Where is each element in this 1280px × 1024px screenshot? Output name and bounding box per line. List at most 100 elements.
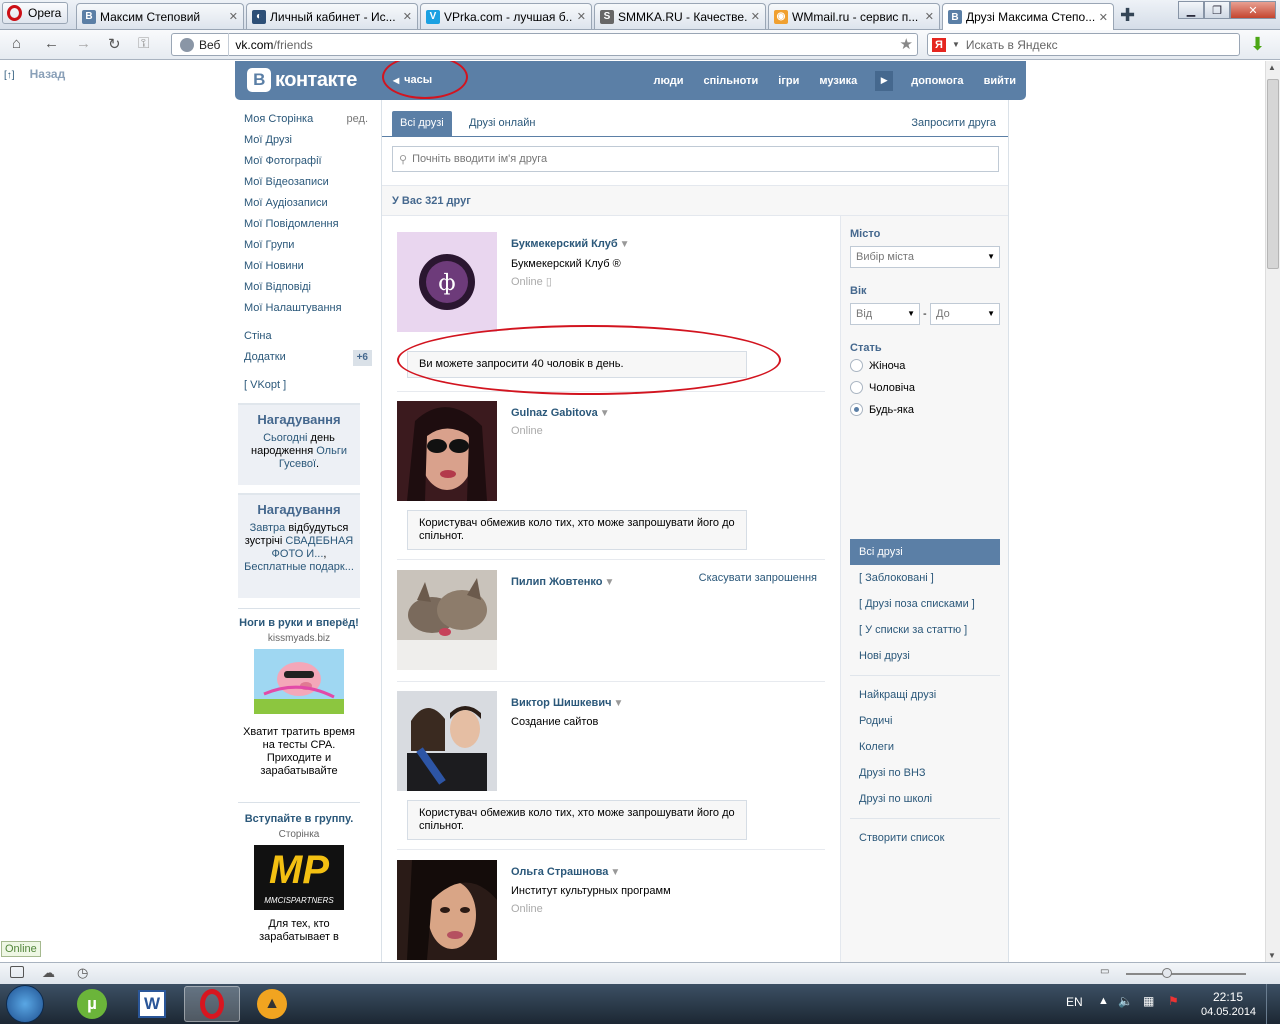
friend-avatar[interactable]: [397, 860, 497, 960]
browser-tab[interactable]: ◉ WMmail.ru - сервис п... ✕: [768, 3, 940, 29]
list-blocked[interactable]: [ Заблоковані ]: [859, 572, 934, 584]
menu-games[interactable]: ігри: [768, 75, 809, 87]
clock-date[interactable]: 04.05.2014: [1201, 1006, 1256, 1018]
close-tab-icon[interactable]: ✕: [577, 10, 586, 23]
gender-any-radio[interactable]: Будь-яка: [850, 403, 914, 416]
chevron-down-icon[interactable]: ▼: [600, 408, 610, 419]
left-menu-news[interactable]: Мої Новини: [240, 256, 372, 277]
close-tab-icon[interactable]: ✕: [403, 10, 412, 23]
flag-icon[interactable]: ⚑: [1168, 994, 1179, 1008]
list-school[interactable]: Друзі по школі: [859, 793, 932, 805]
tab-friends-online[interactable]: Друзі онлайн: [461, 111, 543, 136]
left-menu-groups[interactable]: Мої Групи: [240, 235, 372, 256]
word-taskbar-icon[interactable]: W: [124, 986, 180, 1022]
left-menu-messages[interactable]: Мої Повідомлення: [240, 214, 372, 235]
create-list-link[interactable]: Створити список: [859, 832, 944, 844]
back-link[interactable]: [↑] Назад: [4, 67, 65, 81]
home-icon[interactable]: ⌂: [12, 35, 21, 52]
event-link[interactable]: Бесплатные подарк...: [244, 561, 354, 573]
ad-title[interactable]: Вступайте в группу.: [238, 813, 360, 826]
friend-name[interactable]: Ольга Страшнова ▼: [511, 866, 620, 878]
left-menu-videos[interactable]: Мої Відеозаписи: [240, 172, 372, 193]
close-tab-icon[interactable]: ✕: [229, 10, 238, 23]
tray-expand-icon[interactable]: ▲: [1098, 995, 1109, 1007]
browser-tab[interactable]: V VPrka.com - лучшая б... ✕: [420, 3, 592, 29]
ad-pig-image[interactable]: [254, 649, 344, 714]
menu-people[interactable]: люди: [643, 75, 693, 87]
tab-all-friends[interactable]: Всі друзі: [392, 111, 452, 136]
forward-icon[interactable]: →: [76, 35, 91, 52]
list-best-friends[interactable]: Найкращі друзі: [859, 689, 936, 701]
download-icon[interactable]: ⬇: [1250, 34, 1265, 55]
list-relatives[interactable]: Родичі: [859, 715, 892, 727]
list-all-friends[interactable]: Всі друзі: [850, 539, 1000, 565]
browser-tab[interactable]: В Максим Степовий ✕: [76, 3, 244, 29]
left-menu-answers[interactable]: Мої Відповіді: [240, 277, 372, 298]
browser-tab[interactable]: ◐ Личный кабинет - Ис... ✕: [246, 3, 418, 29]
chevron-down-icon[interactable]: ▼: [613, 698, 623, 709]
left-menu-photos[interactable]: Мої Фотографії: [240, 151, 372, 172]
language-indicator[interactable]: EN: [1066, 995, 1083, 1009]
new-tab-icon[interactable]: ✚: [1120, 5, 1135, 26]
friend-name[interactable]: Gulnaz Gabitova ▼: [511, 407, 610, 419]
speed-dial-icon[interactable]: ◷: [77, 965, 88, 981]
windows-start-button[interactable]: [6, 985, 44, 1023]
close-tab-icon[interactable]: ✕: [751, 10, 760, 23]
zoom-fit-icon[interactable]: ▭: [1100, 966, 1109, 977]
ad-block[interactable]: Вступайте в группу. Сторінка MP MMCISPAR…: [238, 802, 360, 944]
left-menu-settings[interactable]: Мої Налаштування: [240, 298, 372, 319]
key-icon[interactable]: ⚿: [138, 35, 149, 52]
address-bar[interactable]: Веб vk.com/friends ★: [171, 33, 918, 56]
left-menu-my-page[interactable]: Моя Сторінка ред.: [240, 109, 372, 130]
close-tab-icon[interactable]: ✕: [925, 10, 934, 23]
friend-name[interactable]: Букмекерский Клуб ▼: [511, 238, 630, 250]
age-from-select[interactable]: Від ▼: [850, 303, 920, 325]
cloud-icon[interactable]: ☁: [42, 965, 55, 981]
menu-communities[interactable]: спільноти: [693, 75, 768, 87]
friend-name[interactable]: Пилип Жовтенко ▼: [511, 576, 614, 588]
gender-male-radio[interactable]: Чоловіча: [850, 381, 915, 394]
list-colleagues[interactable]: Колеги: [859, 741, 894, 753]
today-link[interactable]: Сьогодні: [263, 432, 307, 444]
friend-name[interactable]: Виктор Шишкевич ▼: [511, 697, 623, 709]
friend-avatar[interactable]: [397, 691, 497, 791]
play-arrow-icon[interactable]: ▶: [875, 70, 894, 91]
browser-tab[interactable]: S SMMKA.RU - Качестве... ✕: [594, 3, 766, 29]
zoom-slider-handle[interactable]: [1162, 968, 1172, 978]
chevron-down-icon[interactable]: ▼: [610, 867, 620, 878]
back-icon[interactable]: ←: [44, 35, 59, 52]
vk-logo[interactable]: В контакте: [247, 68, 357, 92]
list-university[interactable]: Друзі по ВНЗ: [859, 767, 926, 779]
minimize-icon[interactable]: ▁: [1178, 1, 1204, 19]
left-menu-vkopt[interactable]: [ VKopt ]: [240, 375, 372, 396]
tomorrow-link[interactable]: Завтра: [250, 522, 286, 534]
friend-avatar[interactable]: [397, 570, 497, 670]
chevron-down-icon[interactable]: ▼: [620, 239, 630, 250]
opera-menu-button[interactable]: Opera: [2, 2, 68, 24]
zoom-slider[interactable]: [1126, 973, 1246, 975]
aimp-taskbar-icon[interactable]: ▲: [244, 986, 300, 1022]
browser-tab-active[interactable]: В Друзі Максима Степо... ✕: [942, 3, 1114, 30]
chevron-down-icon[interactable]: ▼: [604, 577, 614, 588]
left-menu-apps[interactable]: Додатки +6: [240, 347, 372, 368]
menu-music[interactable]: музика: [809, 75, 867, 87]
address-url[interactable]: vk.com/friends: [235, 38, 312, 52]
gender-female-radio[interactable]: Жіноча: [850, 359, 905, 372]
list-not-in-lists[interactable]: [ Друзі поза списками ]: [859, 598, 975, 610]
close-tab-icon[interactable]: ✕: [1099, 11, 1108, 24]
reload-icon[interactable]: ↻: [108, 35, 121, 53]
ad-logo-image[interactable]: MP MMCISPARTNERS: [254, 845, 344, 910]
city-select[interactable]: Вибір міста ▼: [850, 246, 1000, 268]
friend-avatar[interactable]: [397, 401, 497, 501]
panel-toggle-icon[interactable]: [10, 966, 24, 978]
age-to-select[interactable]: До ▼: [930, 303, 1000, 325]
scrollbar-thumb[interactable]: [1267, 79, 1279, 269]
list-new-friends[interactable]: Нові друзі: [859, 650, 910, 662]
utorrent-taskbar-icon[interactable]: µ: [64, 986, 120, 1022]
list-by-gender[interactable]: [ У списки за статтю ]: [859, 624, 967, 636]
chevron-down-icon[interactable]: ▼: [952, 40, 960, 49]
opera-taskbar-icon[interactable]: [184, 986, 240, 1022]
yandex-search-field[interactable]: Я ▼ Искать в Яндекс: [927, 33, 1240, 56]
bookmark-star-icon[interactable]: ★: [900, 35, 913, 53]
left-menu-wall[interactable]: Стіна: [240, 326, 372, 347]
